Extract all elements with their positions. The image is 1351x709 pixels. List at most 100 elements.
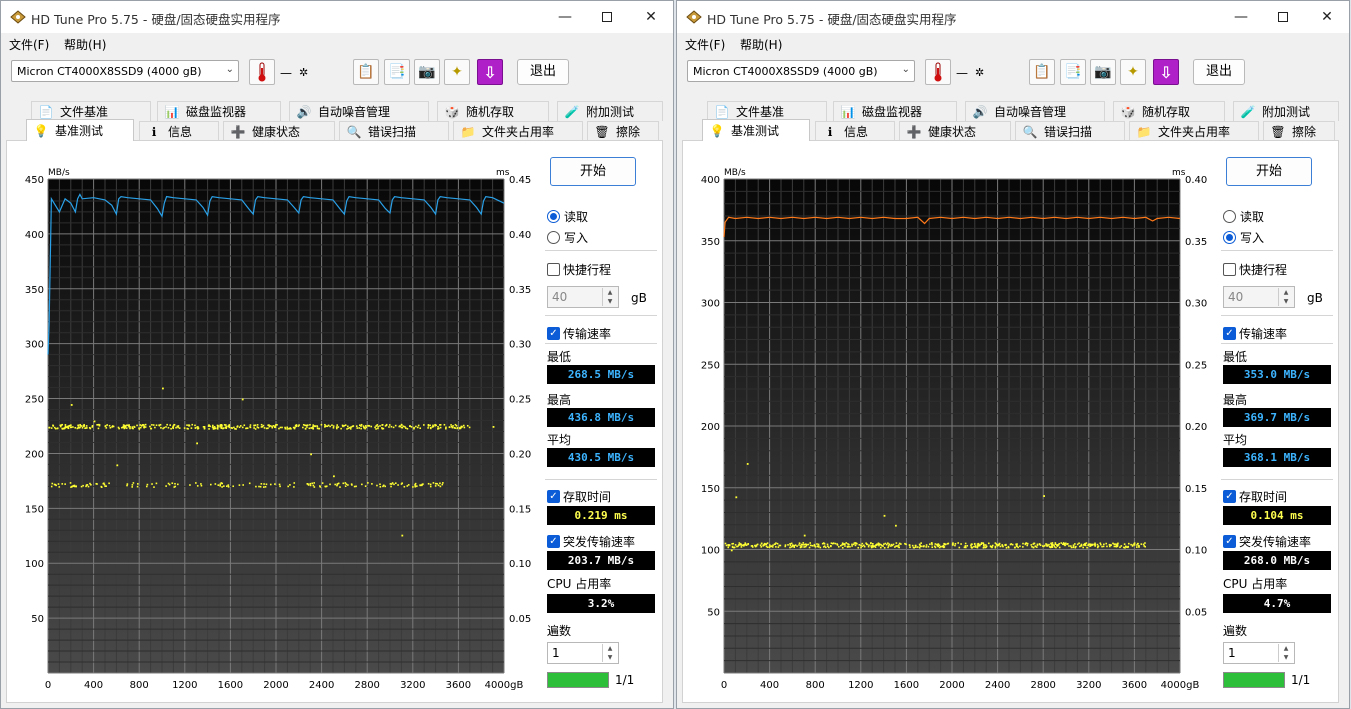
spinner-arrows[interactable]: ▲ ▼ [1278,288,1293,306]
close-button[interactable]: ✕ [629,1,673,33]
access-point [232,485,235,488]
tab-benchmark[interactable]: 💡 基准测试 [26,119,134,141]
drive-select[interactable]: Micron CT4000X8SSD9 (4000 gB) ⌄ [687,60,915,82]
short-stroke-checkbox[interactable]: 快捷行程 [547,261,611,278]
access-time-checkbox[interactable]: ✓ 存取时间 [1223,488,1287,505]
copy-text-button[interactable]: 📋 [1029,59,1055,85]
access-point [1044,544,1046,547]
tab-info[interactable]: ℹ 信息 [815,121,895,141]
transfer-rate-checkbox[interactable]: ✓ 传输速率 [1223,325,1287,342]
spinner-arrows[interactable]: ▲ ▼ [602,644,617,662]
tab-health[interactable]: ➕ 健康状态 [223,121,335,141]
tab-folder-usage[interactable]: 📁 文件夹占用率 [1129,121,1259,141]
access-point [887,545,890,547]
title-bar: HD Tune Pro 5.75 - 硬盘/固态硬盘实用程序 — ✕ [1,1,673,33]
short-stroke-input[interactable]: 40 ▲ ▼ [1223,286,1295,308]
close-button[interactable]: ✕ [1305,1,1349,33]
spinner-arrows[interactable]: ▲ ▼ [1278,644,1293,662]
update-button[interactable]: ⇩ [1153,59,1179,85]
tab-benchmark[interactable]: 💡 基准测试 [702,119,810,141]
access-point [823,545,826,547]
tab-erase[interactable]: 🗑 擦除 [587,121,659,141]
spin-up-icon: ▲ [1283,645,1289,652]
tab-random-access[interactable]: 🎲 随机存取 [1113,101,1225,121]
tab-extra-tests[interactable]: 🧪 附加测试 [557,101,663,121]
access-point [227,484,230,486]
radio-read[interactable]: 读取 [547,208,588,225]
access-time-checkbox[interactable]: ✓ 存取时间 [547,488,611,505]
minimize-button[interactable]: — [543,1,587,33]
screenshot-button[interactable]: 📷 [1090,59,1116,85]
passes-value: 1 [1228,646,1236,660]
tab-disk-monitor[interactable]: 📊 磁盘监视器 [157,101,281,121]
menu-file[interactable]: 文件(F) [685,36,725,53]
tab-erase[interactable]: 🗑 擦除 [1263,121,1335,141]
exit-button[interactable]: 退出 [517,59,569,85]
exit-button[interactable]: 退出 [1193,59,1245,85]
access-point [84,427,87,429]
access-point [443,423,446,426]
access-point [1054,542,1057,544]
tab-file-benchmark[interactable]: 📄 文件基准 [31,101,151,121]
spinner-arrows[interactable]: ▲ ▼ [602,288,617,306]
access-point [1024,543,1027,545]
copy-screenshot-button[interactable]: 📑 [384,59,410,85]
menu-help[interactable]: 帮助(H) [740,36,782,53]
transfer-rate-checkbox[interactable]: ✓ 传输速率 [547,325,611,342]
access-point [333,475,335,478]
options-button[interactable]: ✦ [1120,59,1146,85]
max-readout: 369.7 MB/s [1223,408,1331,427]
tab-row-top: 📄 文件基准 📊 磁盘监视器 🔊 自动噪音管理 🎲 随机存取 🧪 附加测试 [1,101,673,121]
x-tick: 2000 [939,680,964,691]
access-point [337,426,340,428]
tab-random-access[interactable]: 🎲 随机存取 [437,101,549,121]
access-point [195,482,197,484]
random-icon: 🎲 [1120,104,1136,119]
copy-screenshot-button[interactable]: 📑 [1060,59,1086,85]
tab-folder-usage[interactable]: 📁 文件夹占用率 [453,121,583,141]
tab-info[interactable]: ℹ 信息 [139,121,219,141]
options-button[interactable]: ✦ [444,59,470,85]
temperature-button[interactable] [249,59,275,85]
short-stroke-checkbox[interactable]: 快捷行程 [1223,261,1287,278]
access-point [82,484,84,487]
tab-disk-monitor[interactable]: 📊 磁盘监视器 [833,101,957,121]
minimize-button[interactable]: — [1219,1,1263,33]
access-point [87,485,90,488]
passes-input[interactable]: 1 ▲ ▼ [547,642,619,664]
tab-file-benchmark[interactable]: 📄 文件基准 [707,101,827,121]
tab-health[interactable]: ➕ 健康状态 [899,121,1011,141]
maximize-button[interactable] [585,1,629,33]
tab-extra-tests[interactable]: 🧪 附加测试 [1233,101,1339,121]
passes-input[interactable]: 1 ▲ ▼ [1223,642,1295,664]
access-point [1076,543,1079,546]
tab-error-scan[interactable]: 🔍 错误扫描 [1015,121,1125,141]
tab-aam[interactable]: 🔊 自动噪音管理 [965,101,1105,121]
access-point [219,484,221,487]
start-button[interactable]: 开始 [550,157,636,186]
access-point [304,428,307,430]
radio-write[interactable]: 写入 [1223,229,1264,246]
temperature-button[interactable] [925,59,951,85]
radio-read[interactable]: 读取 [1223,208,1264,225]
access-point [840,544,842,547]
burst-rate-checkbox[interactable]: ✓ 突发传输速率 [1223,533,1311,550]
tab-aam[interactable]: 🔊 自动噪音管理 [289,101,429,121]
access-point [414,482,417,485]
drive-select[interactable]: Micron CT4000X8SSD9 (4000 gB) ⌄ [11,60,239,82]
access-point [271,426,274,429]
radio-write[interactable]: 写入 [547,229,588,246]
x-tick: 3200 [400,680,425,691]
screenshot-button[interactable]: 📷 [414,59,440,85]
start-button[interactable]: 开始 [1226,157,1312,186]
tab-error-scan[interactable]: 🔍 错误扫描 [339,121,449,141]
menu-file[interactable]: 文件(F) [9,36,49,53]
copy-text-button[interactable]: 📋 [353,59,379,85]
burst-rate-checkbox[interactable]: ✓ 突发传输速率 [547,533,635,550]
update-button[interactable]: ⇩ [477,59,503,85]
maximize-button[interactable] [1261,1,1305,33]
access-point [367,425,369,427]
access-point [1036,544,1039,546]
short-stroke-input[interactable]: 40 ▲ ▼ [547,286,619,308]
menu-help[interactable]: 帮助(H) [64,36,106,53]
